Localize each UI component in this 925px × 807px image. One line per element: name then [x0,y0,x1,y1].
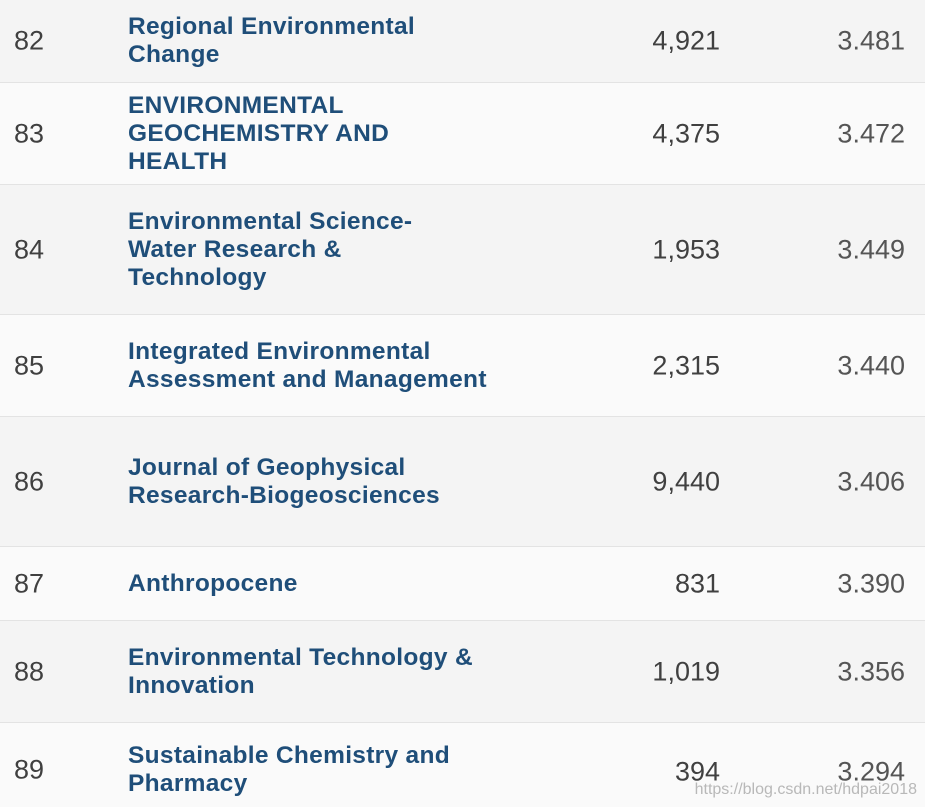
rank-cell: 85 [14,350,45,380]
impact-factor-cell: 3.481 [837,25,905,56]
journal-title-link[interactable]: Environmental Technology & Innovation [128,644,538,700]
rank-cell: 82 [14,25,45,56]
rank-cell: 84 [14,234,45,264]
total-cites-cell: 9,440 [652,466,720,496]
journal-title-link[interactable]: Integrated Environmental Assessment and … [128,338,498,394]
impact-factor-cell: 3.472 [837,118,905,148]
journal-title-link[interactable]: Regional Environmental Change [128,13,488,69]
journal-title-link[interactable]: ENVIRONMENTAL GEOCHEMISTRY AND HEALTH [128,92,448,176]
table-row: 88 Environmental Technology & Innovation… [0,620,925,722]
rank-cell: 88 [14,656,45,686]
total-cites-cell: 4,921 [652,25,720,56]
journal-title-link[interactable]: Journal of Geophysical Research-Biogeosc… [128,454,508,510]
table-row: 86 Journal of Geophysical Research-Bioge… [0,416,925,546]
impact-factor-cell: 3.356 [837,656,905,686]
rank-cell: 89 [14,754,45,785]
journal-title-link[interactable]: Anthropocene [128,570,568,598]
total-cites-cell: 4,375 [652,118,720,148]
table-row: 85 Integrated Environmental Assessment a… [0,314,925,416]
journal-title-link[interactable]: Environmental Science-Water Research & T… [128,208,473,292]
impact-factor-cell: 3.406 [837,466,905,496]
journal-title-link[interactable]: Sustainable Chemistry and Pharmacy [128,742,518,798]
impact-factor-cell: 3.449 [837,234,905,264]
total-cites-cell: 831 [674,568,720,598]
rank-cell: 86 [14,466,45,496]
impact-factor-cell: 3.390 [837,568,905,598]
table-row: 83 ENVIRONMENTAL GEOCHEMISTRY AND HEALTH… [0,82,925,184]
watermark-text: https://blog.csdn.net/hdpai2018 [694,781,917,798]
table-row: 87 Anthropocene 831 3.390 [0,546,925,620]
rank-cell: 87 [14,568,45,598]
journal-ranking-table: 82 Regional Environmental Change 4,921 3… [0,0,925,807]
rank-cell: 83 [14,118,45,148]
impact-factor-cell: 3.440 [837,350,905,380]
total-cites-cell: 2,315 [652,350,720,380]
total-cites-cell: 1,019 [652,656,720,686]
table-row: 84 Environmental Science-Water Research … [0,184,925,314]
total-cites-cell: 1,953 [652,234,720,264]
table-row: 82 Regional Environmental Change 4,921 3… [0,0,925,82]
